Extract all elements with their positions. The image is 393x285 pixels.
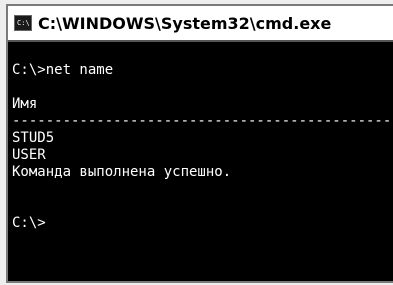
console-line: Имя [12, 96, 38, 112]
console-line: USER [12, 147, 46, 163]
cmd-window: C:\ C:\WINDOWS\System32\cmd.exe C:\>net … [6, 4, 393, 283]
console-line: Команда выполнена успешно. [12, 164, 232, 180]
title-bar[interactable]: C:\ C:\WINDOWS\System32\cmd.exe [8, 6, 393, 42]
window-title: C:\WINDOWS\System32\cmd.exe [38, 13, 332, 33]
console-output[interactable]: C:\>net name Имя -----------------------… [8, 42, 393, 281]
console-line: STUD5 [12, 130, 55, 146]
cmd-icon: C:\ [14, 15, 32, 31]
console-separator: ----------------------------------------… [12, 113, 393, 129]
console-prompt: C:\> [12, 215, 46, 231]
console-line: C:\>net name [12, 62, 114, 78]
